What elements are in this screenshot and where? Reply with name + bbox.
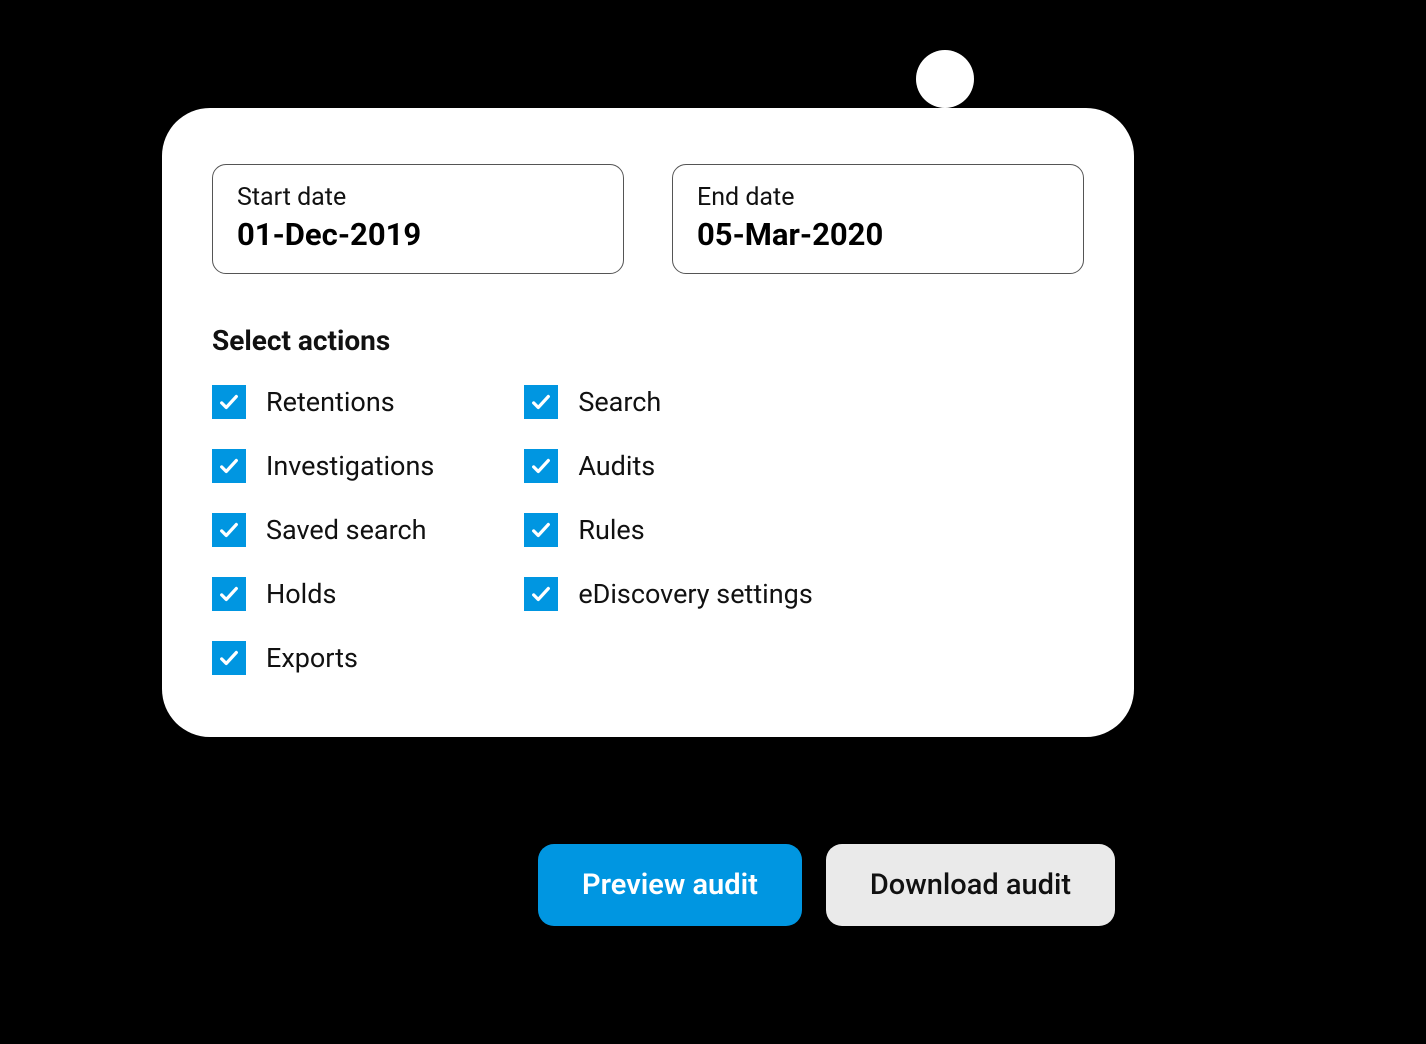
checkbox-audits[interactable]: Audits xyxy=(524,449,812,483)
check-icon xyxy=(212,385,246,419)
checkbox-rules[interactable]: Rules xyxy=(524,513,812,547)
start-date-field[interactable]: Start date 01-Dec-2019 xyxy=(212,164,624,274)
checkbox-ediscovery-settings[interactable]: eDiscovery settings xyxy=(524,577,812,611)
check-icon xyxy=(212,577,246,611)
end-date-field[interactable]: End date 05-Mar-2020 xyxy=(672,164,1084,274)
check-icon xyxy=(524,449,558,483)
audit-filter-card: Start date 01-Dec-2019 End date 05-Mar-2… xyxy=(162,108,1134,737)
actions-column-2: Search Audits Rules eDiscovery settings xyxy=(524,385,812,675)
check-icon xyxy=(524,385,558,419)
checkbox-label: Retentions xyxy=(266,386,395,418)
preview-audit-button[interactable]: Preview audit xyxy=(538,844,802,926)
checkbox-investigations[interactable]: Investigations xyxy=(212,449,434,483)
actions-column-1: Retentions Investigations Saved search H… xyxy=(212,385,434,675)
check-icon xyxy=(524,577,558,611)
actions-checkbox-grid: Retentions Investigations Saved search H… xyxy=(212,385,1084,675)
checkbox-retentions[interactable]: Retentions xyxy=(212,385,434,419)
checkbox-label: Investigations xyxy=(266,450,434,482)
checkbox-holds[interactable]: Holds xyxy=(212,577,434,611)
end-date-value: 05-Mar-2020 xyxy=(697,216,1059,253)
checkbox-label: Audits xyxy=(578,450,655,482)
checkbox-saved-search[interactable]: Saved search xyxy=(212,513,434,547)
checkbox-exports[interactable]: Exports xyxy=(212,641,434,675)
end-date-label: End date xyxy=(697,183,1059,212)
check-icon xyxy=(212,513,246,547)
checkbox-label: eDiscovery settings xyxy=(578,578,812,610)
checkbox-label: Holds xyxy=(266,578,336,610)
checkbox-search[interactable]: Search xyxy=(524,385,812,419)
download-audit-button[interactable]: Download audit xyxy=(826,844,1115,926)
checkbox-label: Saved search xyxy=(266,514,427,546)
start-date-value: 01-Dec-2019 xyxy=(237,216,599,253)
checkbox-label: Search xyxy=(578,386,661,418)
action-buttons: Preview audit Download audit xyxy=(538,844,1115,926)
date-range-row: Start date 01-Dec-2019 End date 05-Mar-2… xyxy=(212,164,1084,274)
check-icon xyxy=(524,513,558,547)
checkbox-label: Exports xyxy=(266,642,358,674)
check-icon xyxy=(212,449,246,483)
decorative-circle xyxy=(916,50,974,108)
check-icon xyxy=(212,641,246,675)
checkbox-label: Rules xyxy=(578,514,644,546)
start-date-label: Start date xyxy=(237,183,599,212)
select-actions-title: Select actions xyxy=(212,324,1084,357)
